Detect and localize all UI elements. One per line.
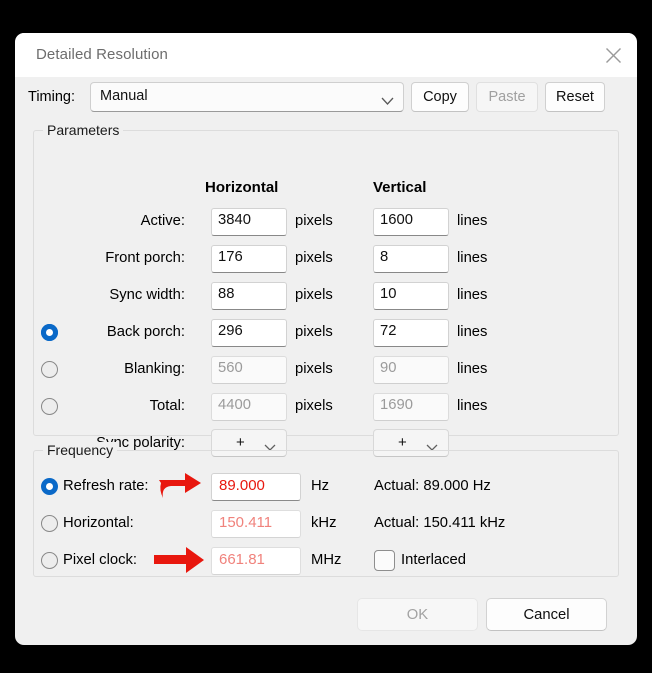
reset-button[interactable]: Reset	[545, 82, 605, 112]
parameter-row-front-porch: Front porch: 176 pixels 8 lines	[15, 244, 637, 280]
cancel-button[interactable]: Cancel	[486, 598, 607, 631]
unit-label: lines	[457, 287, 488, 303]
timing-dropdown[interactable]: Manual	[90, 82, 404, 112]
paste-button: Paste	[476, 82, 538, 112]
horizontal-column-header: Horizontal	[205, 179, 279, 196]
horizontal-frequency-actual: Actual: 150.411 kHz	[374, 515, 506, 531]
unit-label: pixels	[295, 213, 333, 229]
back-porch-vertical-input[interactable]: 72	[373, 319, 449, 347]
unit-label: lines	[457, 398, 488, 414]
close-button[interactable]	[589, 33, 637, 77]
parameter-row-sync-width: Sync width: 88 pixels 10 lines	[15, 281, 637, 317]
frequency-row-refresh-rate: Refresh rate: 89.000 Hz Actual: 89.000 H…	[15, 473, 637, 507]
parameter-row-active: Active: 3840 pixels 1600 lines	[15, 207, 637, 243]
refresh-rate-radio[interactable]	[41, 478, 58, 495]
unit-label: pixels	[295, 287, 333, 303]
active-horizontal-input[interactable]: 3840	[211, 208, 287, 236]
back-porch-horizontal-input[interactable]: 296	[211, 319, 287, 347]
parameter-row-total: Total: 4400 pixels 1690 lines	[15, 392, 637, 428]
horizontal-frequency-radio[interactable]	[41, 515, 58, 532]
parameter-row-back-porch: Back porch: 296 pixels 72 lines	[15, 318, 637, 354]
total-vertical-input: 1690	[373, 393, 449, 421]
interlaced-label: Interlaced	[401, 552, 466, 568]
total-horizontal-input: 4400	[211, 393, 287, 421]
close-icon	[605, 47, 622, 64]
refresh-rate-actual: Actual: 89.000 Hz	[374, 478, 491, 494]
vertical-column-header: Vertical	[373, 179, 427, 196]
horizontal-frequency-label: Horizontal:	[63, 515, 134, 531]
active-vertical-input[interactable]: 1600	[373, 208, 449, 236]
unit-label: lines	[457, 250, 488, 266]
row-label: Blanking:	[124, 361, 185, 377]
blanking-horizontal-input: 560	[211, 356, 287, 384]
timing-row: Timing: Manual Copy Paste Reset	[15, 77, 637, 123]
row-label: Sync width:	[109, 287, 185, 303]
parameters-legend: Parameters	[43, 122, 124, 138]
refresh-rate-input[interactable]: 89.000	[211, 473, 301, 501]
row-label: Back porch:	[106, 324, 185, 340]
parameter-row-blanking: Blanking: 560 pixels 90 lines	[15, 355, 637, 391]
horizontal-frequency-input: 150.411	[211, 510, 301, 538]
pixel-clock-input: 661.81	[211, 547, 301, 575]
row-label: Front porch:	[105, 250, 185, 266]
refresh-rate-label: Refresh rate:	[63, 478, 149, 494]
sync-width-horizontal-input[interactable]: 88	[211, 282, 287, 310]
sync-width-vertical-input[interactable]: 10	[373, 282, 449, 310]
unit-label: lines	[457, 361, 488, 377]
copy-button[interactable]: Copy	[411, 82, 469, 112]
pixel-clock-radio[interactable]	[41, 552, 58, 569]
paste-button-label: Paste	[488, 89, 526, 105]
unit-label: lines	[457, 213, 488, 229]
timing-dropdown-value: Manual	[100, 88, 148, 104]
unit-label: pixels	[295, 398, 333, 414]
chevron-down-icon	[381, 93, 394, 111]
ok-button-label: OK	[406, 606, 429, 623]
frequency-row-pixel-clock: Pixel clock: 661.81 MHz Interlaced	[15, 547, 637, 581]
title-bar: Detailed Resolution	[15, 33, 637, 77]
front-porch-horizontal-input[interactable]: 176	[211, 245, 287, 273]
reset-button-label: Reset	[556, 89, 594, 105]
detailed-resolution-dialog: Detailed Resolution Timing: Manual Copy	[15, 33, 637, 645]
unit-label: pixels	[295, 250, 333, 266]
unit-label: lines	[457, 324, 488, 340]
ok-button: OK	[357, 598, 478, 631]
interlaced-checkbox[interactable]	[374, 550, 395, 571]
row-label: Total:	[149, 398, 185, 414]
blanking-vertical-input: 90	[373, 356, 449, 384]
refresh-rate-unit: Hz	[311, 478, 330, 494]
pixel-clock-unit: MHz	[311, 552, 342, 568]
sync-polarity-vertical-value: +	[398, 434, 407, 451]
timing-label: Timing:	[28, 89, 75, 105]
row-label: Active:	[140, 213, 185, 229]
pixel-clock-label: Pixel clock:	[63, 552, 138, 568]
window-title: Detailed Resolution	[36, 46, 168, 63]
sync-polarity-horizontal-value: +	[236, 434, 245, 451]
copy-button-label: Copy	[423, 89, 457, 105]
frequency-row-horizontal: Horizontal: 150.411 kHz Actual: 150.411 …	[15, 510, 637, 544]
frequency-legend: Frequency	[43, 442, 118, 458]
horizontal-frequency-unit: kHz	[311, 515, 337, 531]
unit-label: pixels	[295, 361, 333, 377]
unit-label: pixels	[295, 324, 333, 340]
front-porch-vertical-input[interactable]: 8	[373, 245, 449, 273]
cancel-button-label: Cancel	[523, 606, 570, 623]
